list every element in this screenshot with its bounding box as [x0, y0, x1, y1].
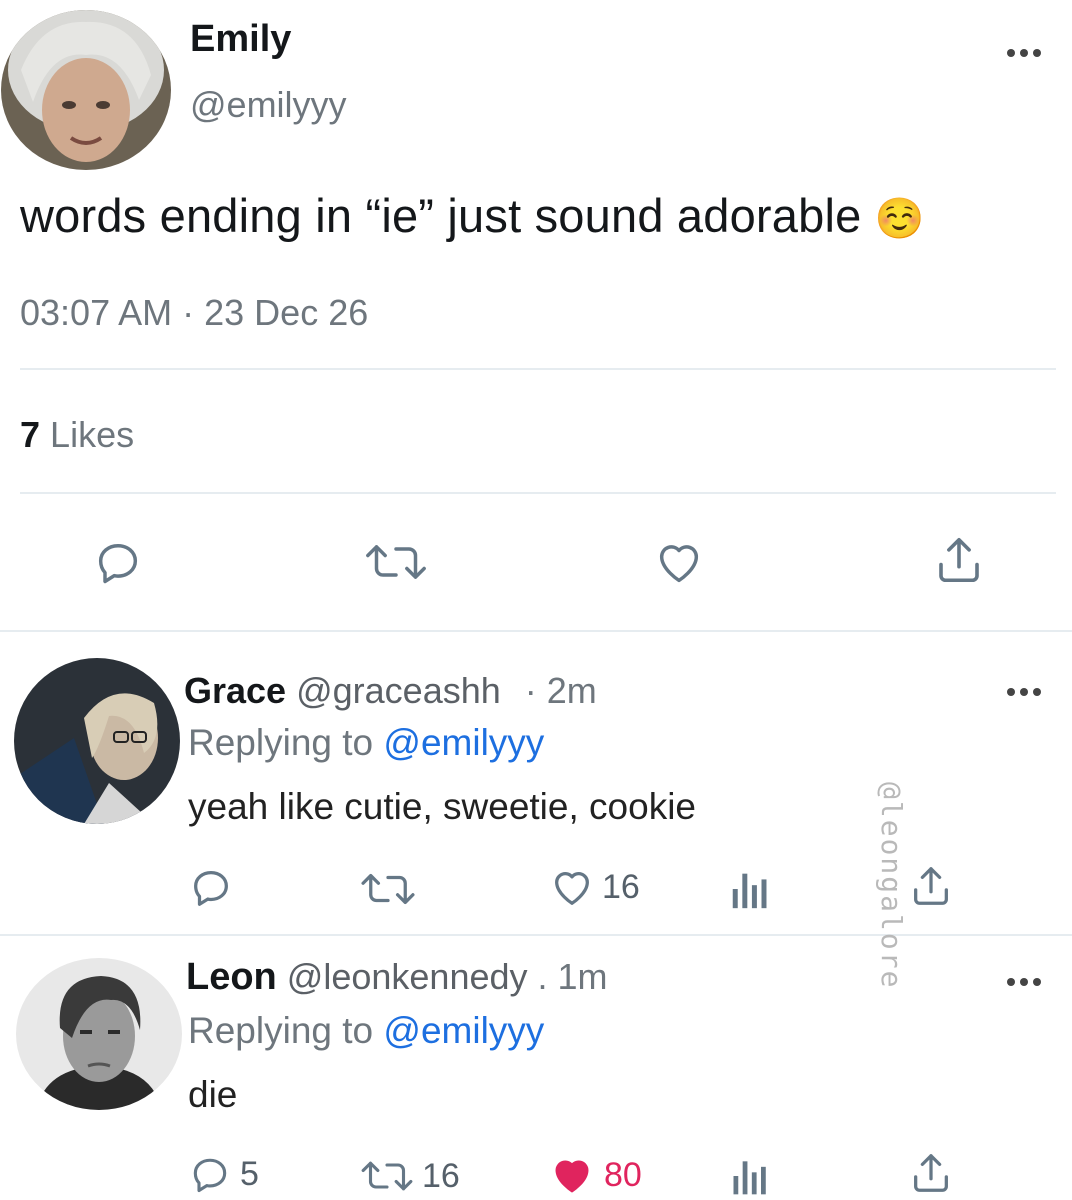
more-icon[interactable] [1007, 49, 1041, 57]
avatar-emily[interactable] [1, 10, 171, 170]
replying-to-label: Replying to [188, 722, 374, 763]
analytics-icon[interactable] [730, 1154, 770, 1198]
likes-label: Likes [50, 414, 135, 455]
tweet-text: words ending in “ie” just sound adorable [20, 189, 862, 242]
replying-to-line: Replying to @emilyyy [188, 722, 544, 764]
reply-header: Leon @leonkennedy . 1m [186, 956, 608, 999]
avatar-leon[interactable] [16, 958, 182, 1110]
reply-author-name[interactable]: Grace [184, 670, 286, 711]
section-divider [0, 934, 1072, 936]
reply-icon[interactable] [188, 864, 234, 910]
avatar-grace-image [14, 658, 180, 824]
share-icon[interactable] [908, 1150, 954, 1196]
replying-to-label: Replying to [188, 1010, 374, 1051]
tweet-text-row: words ending in “ie” just sound adorable… [20, 188, 925, 243]
retweet-count: 16 [422, 1156, 460, 1195]
reply-icon [193, 1158, 227, 1193]
likes-count: 7 [20, 414, 41, 455]
reply-author-handle[interactable]: @graceashh [296, 670, 501, 711]
tweet-timestamp: 03:07 AM · 23 Dec 26 [20, 292, 368, 334]
reply-text: yeah like cutie, sweetie, cookie [188, 786, 696, 827]
retweet-button[interactable]: 16 [358, 1154, 460, 1198]
more-icon[interactable] [1007, 688, 1041, 696]
tweet-time: 03:07 AM [20, 292, 173, 333]
analytics-icon[interactable] [730, 866, 770, 912]
reply-time: . 1m [537, 956, 608, 997]
reply-text: die [188, 1074, 238, 1115]
author-name[interactable]: Emily [190, 18, 291, 61]
author-handle[interactable]: @emilyyy [190, 84, 347, 126]
reply-button[interactable]: 5 [188, 1152, 259, 1196]
tweet-date: 23 Dec 26 [204, 292, 369, 333]
like-button[interactable]: 16 [548, 864, 640, 910]
likes-summary[interactable]: 7 Likes [20, 414, 134, 456]
like-icon [555, 872, 589, 905]
divider [20, 492, 1056, 494]
reply-count: 5 [240, 1154, 259, 1193]
divider [20, 368, 1056, 370]
reply-header: Grace @graceashh · 2m [184, 670, 597, 712]
share-icon[interactable] [932, 532, 986, 588]
reply-time: · 2m [524, 670, 597, 711]
reply-icon[interactable] [92, 536, 144, 588]
more-icon[interactable] [1007, 978, 1041, 986]
avatar-grace[interactable] [14, 658, 180, 824]
replying-to-handle[interactable]: @emilyyy [383, 722, 544, 763]
share-icon[interactable] [908, 862, 954, 910]
like-icon-filled [555, 1160, 589, 1193]
replying-to-handle[interactable]: @emilyyy [383, 1010, 544, 1051]
retweet-icon[interactable] [362, 536, 430, 588]
smiling-face-emoji: ☺️ [874, 197, 925, 241]
avatar-emily-image [1, 10, 171, 170]
like-button[interactable]: 80 [548, 1152, 642, 1198]
retweet-icon [361, 1161, 413, 1191]
reply-author-handle[interactable]: @leonkennedy [287, 956, 528, 997]
like-count: 16 [602, 867, 640, 906]
replying-to-line: Replying to @emilyyy [188, 1010, 544, 1052]
avatar-leon-image [16, 958, 182, 1110]
retweet-icon[interactable] [358, 866, 418, 912]
like-count: 80 [604, 1155, 642, 1194]
reply-author-name[interactable]: Leon [186, 956, 277, 998]
like-icon[interactable] [652, 536, 706, 588]
timestamp-separator: · [182, 292, 195, 333]
watermark: @leongalore [875, 782, 908, 990]
section-divider [0, 630, 1072, 632]
